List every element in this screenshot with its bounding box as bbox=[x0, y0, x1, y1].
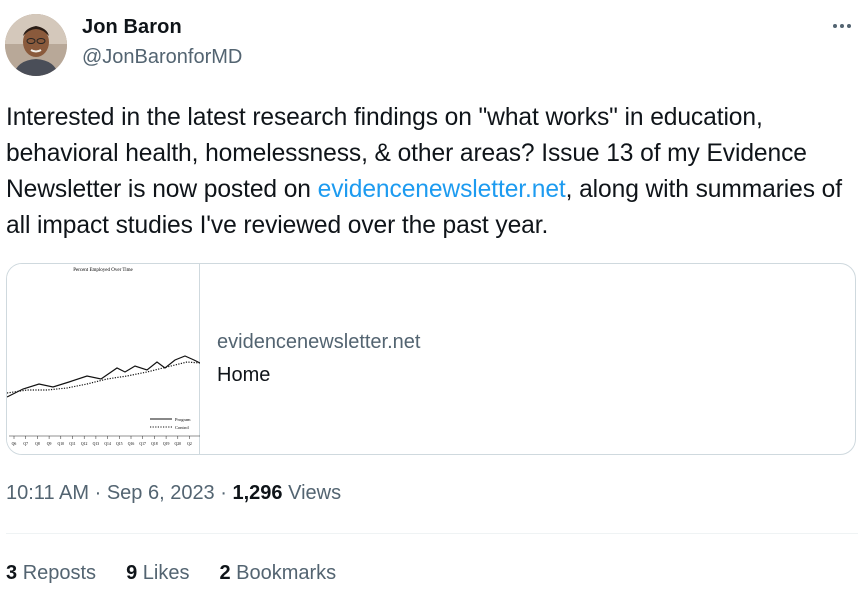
thumb-tick-label: Q13 bbox=[93, 442, 100, 446]
thumb-tick-label: Q15 bbox=[116, 442, 123, 446]
author-name[interactable]: Jon Baron bbox=[82, 16, 182, 39]
likes-label: Likes bbox=[142, 562, 190, 584]
thumb-tick-label: Q20 bbox=[175, 442, 182, 446]
reposts-stat[interactable]: 3 Reposts bbox=[6, 562, 96, 585]
meta-separator: · bbox=[89, 482, 107, 504]
thumb-tick-label: Q10 bbox=[58, 442, 65, 446]
tweet: Jon Baron @JonBaronforMD Interested in t… bbox=[0, 0, 864, 597]
likes-stat[interactable]: 9 Likes bbox=[126, 562, 189, 585]
author-handle[interactable]: @JonBaronforMD bbox=[82, 46, 242, 69]
thumb-tick-label: Q6 bbox=[12, 442, 17, 446]
views-count: 1,296 bbox=[232, 482, 283, 504]
tweet-date[interactable]: Sep 6, 2023 bbox=[107, 482, 215, 504]
bookmarks-label: Bookmarks bbox=[236, 562, 337, 584]
tweet-link[interactable]: evidencenewsletter.net bbox=[318, 176, 566, 203]
tweet-meta: 10:11 AM · Sep 6, 2023 · 1,296 Views bbox=[6, 482, 341, 505]
avatar[interactable] bbox=[5, 14, 67, 76]
thumb-legend-control: Control bbox=[175, 425, 190, 430]
reposts-count: 3 bbox=[6, 562, 18, 584]
more-button[interactable] bbox=[826, 12, 858, 40]
thumb-legend-program: Program bbox=[175, 417, 191, 422]
more-horizontal-icon bbox=[832, 23, 852, 29]
thumb-tick-label: Q11 bbox=[69, 442, 75, 446]
divider bbox=[6, 533, 858, 534]
thumb-tick-label: Q14 bbox=[104, 442, 111, 446]
thumb-tick-label: Q17 bbox=[139, 442, 146, 446]
engagement-stats: 3 Reposts 9 Likes 2 Bookmarks bbox=[6, 562, 366, 585]
views-label: Views bbox=[288, 482, 342, 504]
thumb-tick-label: Q19 bbox=[163, 442, 170, 446]
thumb-tick-label: Q7 bbox=[23, 442, 28, 446]
thumb-tick-label: Q2 bbox=[187, 442, 192, 446]
thumb-tick-label: Q12 bbox=[81, 442, 88, 446]
thumb-tick-label: Q18 bbox=[151, 442, 158, 446]
card-thumbnail: Percent Employed Over Time Q6 Q7 Q8 Q9 Q10 Q1… bbox=[7, 264, 200, 454]
tweet-time[interactable]: 10:11 AM bbox=[6, 482, 89, 504]
thumb-tick-label: Q9 bbox=[47, 442, 52, 446]
card-domain: evidencenewsletter.net bbox=[217, 331, 421, 353]
meta-separator: · bbox=[214, 482, 233, 504]
thumb-tick-label: Q16 bbox=[128, 442, 135, 446]
thumb-tick-label: Q8 bbox=[35, 442, 40, 446]
link-card[interactable]: Percent Employed Over Time Q6 Q7 Q8 Q9 Q10 Q1… bbox=[6, 263, 856, 455]
card-title: Home bbox=[217, 364, 271, 386]
reposts-label: Reposts bbox=[22, 562, 97, 584]
tweet-text: Interested in the latest research findin… bbox=[6, 100, 858, 244]
bookmarks-count: 2 bbox=[219, 562, 231, 584]
likes-count: 9 bbox=[126, 562, 138, 584]
bookmarks-stat[interactable]: 2 Bookmarks bbox=[219, 562, 336, 585]
thumb-chart-title: Percent Employed Over Time bbox=[73, 268, 133, 273]
